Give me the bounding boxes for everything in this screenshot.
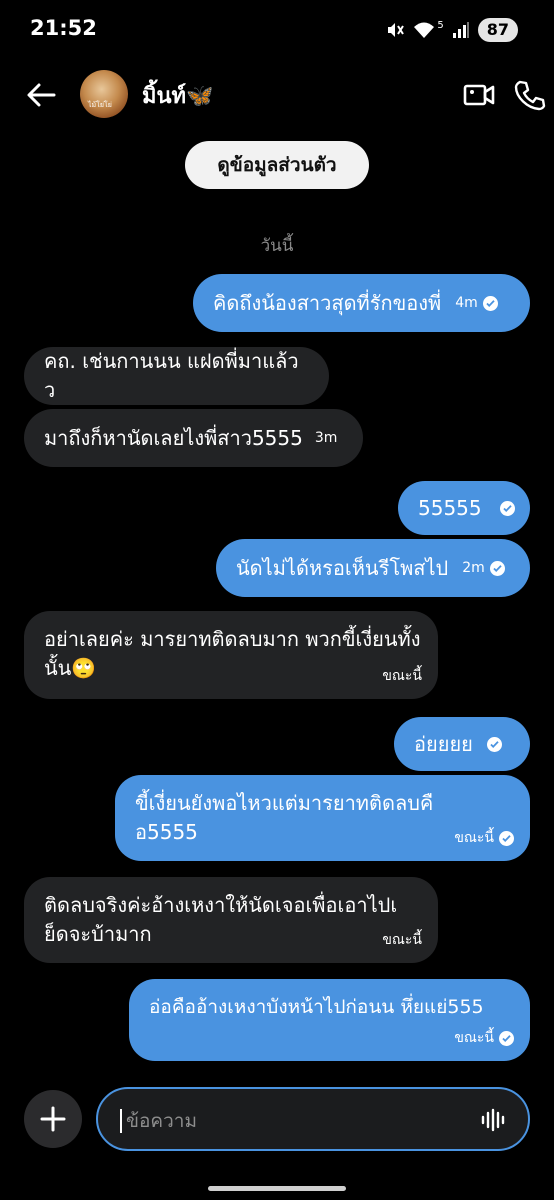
- message-text: คถ. เช่นกานนน แฝดพี่มาแล้วว: [44, 349, 299, 402]
- message-text: 55555: [418, 495, 482, 520]
- voice-waveform-icon[interactable]: [480, 1107, 506, 1133]
- message-input[interactable]: [124, 1101, 468, 1141]
- plus-icon: [40, 1106, 66, 1132]
- read-check-icon: [499, 500, 515, 516]
- signal-icon: [452, 22, 469, 38]
- message-bubble-outgoing[interactable]: อ่อคืออ้างเหงาบังหน้าไปก่อนน หึ่ยแย่555 …: [129, 979, 530, 1061]
- message-text: ติดลบจริงค่ะอ้างเหงาให้นัดเจอเพื่อเอาไปเ…: [44, 893, 398, 946]
- text-caret: [120, 1109, 122, 1133]
- avatar-mark: ไม้โย่โย่: [88, 101, 112, 109]
- message-text: ขี้เงี่ยนยังพอไหวแต่มารยาทติดลบคือ5555: [135, 791, 434, 844]
- message-meta: 2m: [462, 554, 505, 583]
- message-bubble-outgoing[interactable]: คิดถึงน้องสาวสุดที่รักของพี่ 4m: [193, 274, 530, 332]
- read-check-icon: [482, 295, 498, 311]
- mute-icon: [388, 23, 405, 37]
- home-indicator[interactable]: [208, 1186, 346, 1191]
- message-meta: ขณะนี้: [382, 662, 422, 691]
- read-check-icon: [489, 560, 505, 576]
- message-time: ขณะนี้: [454, 830, 494, 846]
- wifi-icon: [414, 22, 435, 38]
- status-bar: 21:52 5 87: [0, 0, 554, 60]
- message-meta: ขณะนี้: [382, 926, 422, 955]
- message-meta: 3m: [315, 424, 338, 453]
- message-bubble-outgoing[interactable]: 55555: [398, 481, 530, 535]
- message-text: นัดไม่ได้หรอเห็นรีโพสไป: [236, 555, 449, 580]
- signal-label: 5: [437, 19, 444, 31]
- phone-icon[interactable]: [512, 78, 546, 112]
- message-bubble-incoming[interactable]: คถ. เช่นกานนน แฝดพี่มาแล้วว: [24, 347, 329, 405]
- read-check-icon: [486, 736, 502, 752]
- video-call-icon[interactable]: [462, 78, 496, 112]
- message-bubble-incoming[interactable]: มาถึงก็หานัดเลยไงพี่สาว5555 3m: [24, 409, 363, 467]
- message-text: อย่าเลยค่ะ มารยาทติดลบมาก พวกขี้เงี่ยนทั…: [44, 627, 421, 680]
- chat-header: ไม้โย่โย่ มิ้นท์🦋: [0, 64, 554, 124]
- status-icons: 5 87: [385, 18, 518, 42]
- message-meta: ขณะนี้: [454, 1024, 514, 1053]
- battery-indicator: 87: [477, 18, 518, 42]
- message-bubble-incoming[interactable]: ติดลบจริงค่ะอ้างเหงาให้นัดเจอเพื่อเอาไปเ…: [24, 877, 438, 963]
- message-text: คิดถึงน้องสาวสุดที่รักของพี่: [213, 290, 442, 315]
- contact-name[interactable]: มิ้นท์🦋: [142, 78, 213, 113]
- status-time: 21:52: [30, 16, 97, 40]
- message-meta: [486, 736, 502, 752]
- message-bubble-outgoing[interactable]: นัดไม่ได้หรอเห็นรีโพสไป 2m: [216, 539, 530, 597]
- message-bubble-outgoing[interactable]: อ่ยยยย: [394, 717, 530, 771]
- message-meta: [499, 500, 515, 516]
- add-attachment-button[interactable]: [24, 1090, 82, 1148]
- message-time: ขณะนี้: [454, 1030, 494, 1046]
- message-time: 4m: [455, 294, 478, 311]
- avatar[interactable]: ไม้โย่โย่: [80, 70, 128, 118]
- back-arrow-icon[interactable]: [24, 78, 58, 112]
- message-time: 3m: [314, 429, 338, 446]
- message-text: มาถึงก็หานัดเลยไงพี่สาว5555: [44, 425, 303, 450]
- message-time: 2m: [462, 559, 485, 576]
- message-time: ขณะนี้: [382, 932, 422, 948]
- read-check-icon: [499, 1031, 514, 1046]
- message-time: ขณะนี้: [382, 668, 422, 684]
- message-bubble-incoming[interactable]: อย่าเลยค่ะ มารยาทติดลบมาก พวกขี้เงี่ยนทั…: [24, 611, 438, 699]
- message-bubble-outgoing[interactable]: ขี้เงี่ยนยังพอไหวแต่มารยาทติดลบคือ5555 ข…: [115, 775, 530, 861]
- date-separator: วันนี้: [260, 236, 294, 256]
- message-text: อ่อคืออ้างเหงาบังหน้าไปก่อนน หึ่ยแย่555: [149, 996, 484, 1018]
- message-text: อ่ยยยย: [414, 731, 473, 756]
- message-composer[interactable]: [96, 1087, 530, 1151]
- read-check-icon: [499, 831, 514, 846]
- message-meta: ขณะนี้: [454, 824, 514, 853]
- view-profile-button[interactable]: ดูข้อมูลส่วนตัว: [185, 141, 369, 189]
- message-meta: 4m: [455, 289, 498, 318]
